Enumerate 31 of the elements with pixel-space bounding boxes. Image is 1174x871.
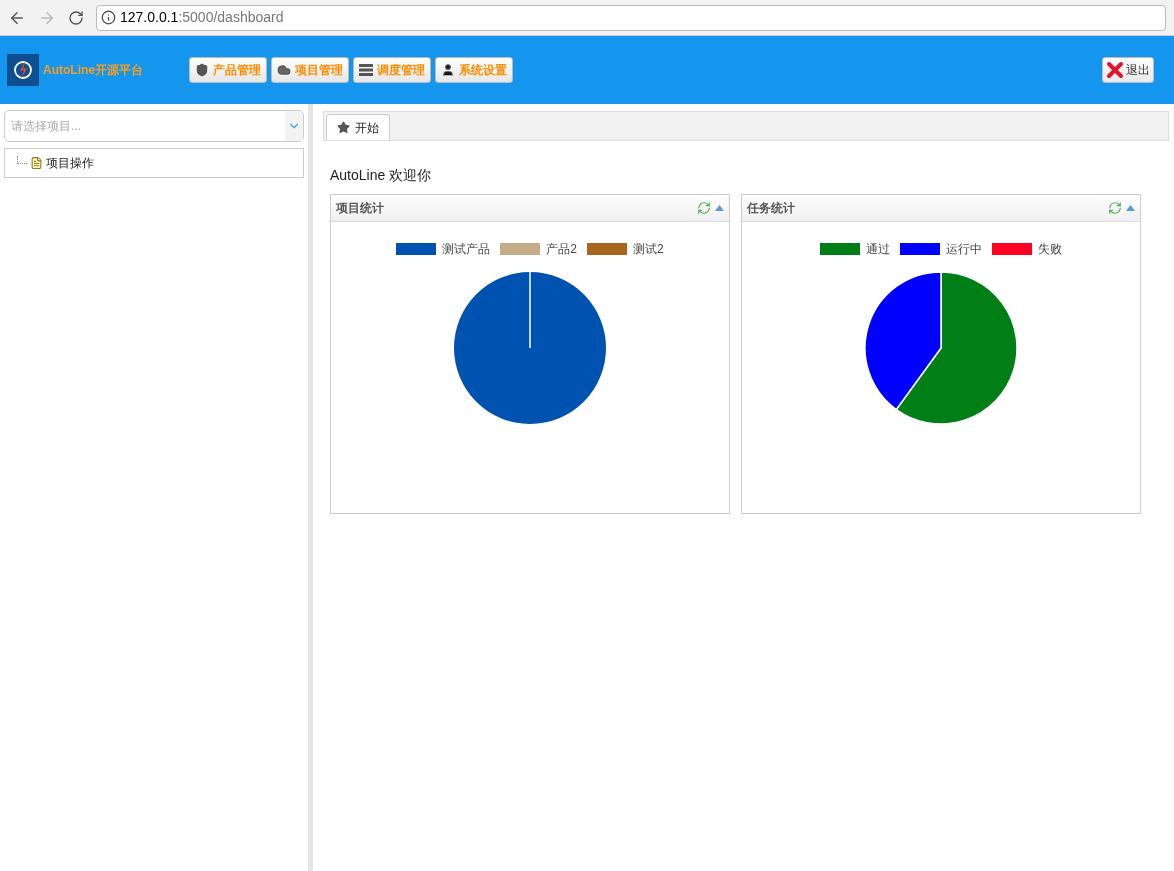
collapse-icon[interactable] — [1126, 205, 1135, 211]
star-icon — [337, 121, 350, 134]
url-path: :5000/dashboard — [178, 8, 284, 27]
info-icon — [101, 10, 116, 25]
panel-title: 任务统计 — [747, 200, 796, 217]
refresh-icon[interactable] — [1108, 201, 1122, 215]
legend-label[interactable]: 运行中 — [946, 240, 982, 258]
shield-icon — [195, 63, 209, 77]
legend-label[interactable]: 产品2 — [546, 240, 577, 258]
logo-icon — [7, 54, 39, 86]
refresh-icon[interactable] — [697, 201, 711, 215]
cloud-icon — [277, 63, 291, 77]
logout-button[interactable]: 退出 — [1102, 57, 1154, 83]
reload-icon[interactable] — [68, 9, 84, 26]
legend-label[interactable]: 通过 — [866, 240, 890, 258]
welcome-text: AutoLine 欢迎你 — [330, 166, 433, 185]
close-icon — [1106, 61, 1124, 79]
tree-connector — [17, 156, 27, 164]
legend-label[interactable]: 测试产品 — [442, 240, 491, 258]
collapse-icon[interactable] — [715, 205, 724, 211]
document-icon — [30, 156, 43, 170]
tree-item[interactable]: 项目操作 — [46, 154, 94, 172]
url-host: 127.0.0.1 — [120, 8, 179, 27]
user-icon — [441, 63, 455, 77]
panel-title: 项目统计 — [336, 200, 385, 217]
legend-label[interactable]: 失败 — [1038, 240, 1062, 258]
address-bar[interactable]: 127.0.0.1:5000/dashboard — [96, 4, 1166, 31]
brand-name: AutoLine开源平台 — [43, 62, 144, 79]
legend-label[interactable]: 测试2 — [633, 240, 664, 258]
list-icon — [359, 64, 373, 76]
tab[interactable]: 开始 — [326, 114, 390, 140]
